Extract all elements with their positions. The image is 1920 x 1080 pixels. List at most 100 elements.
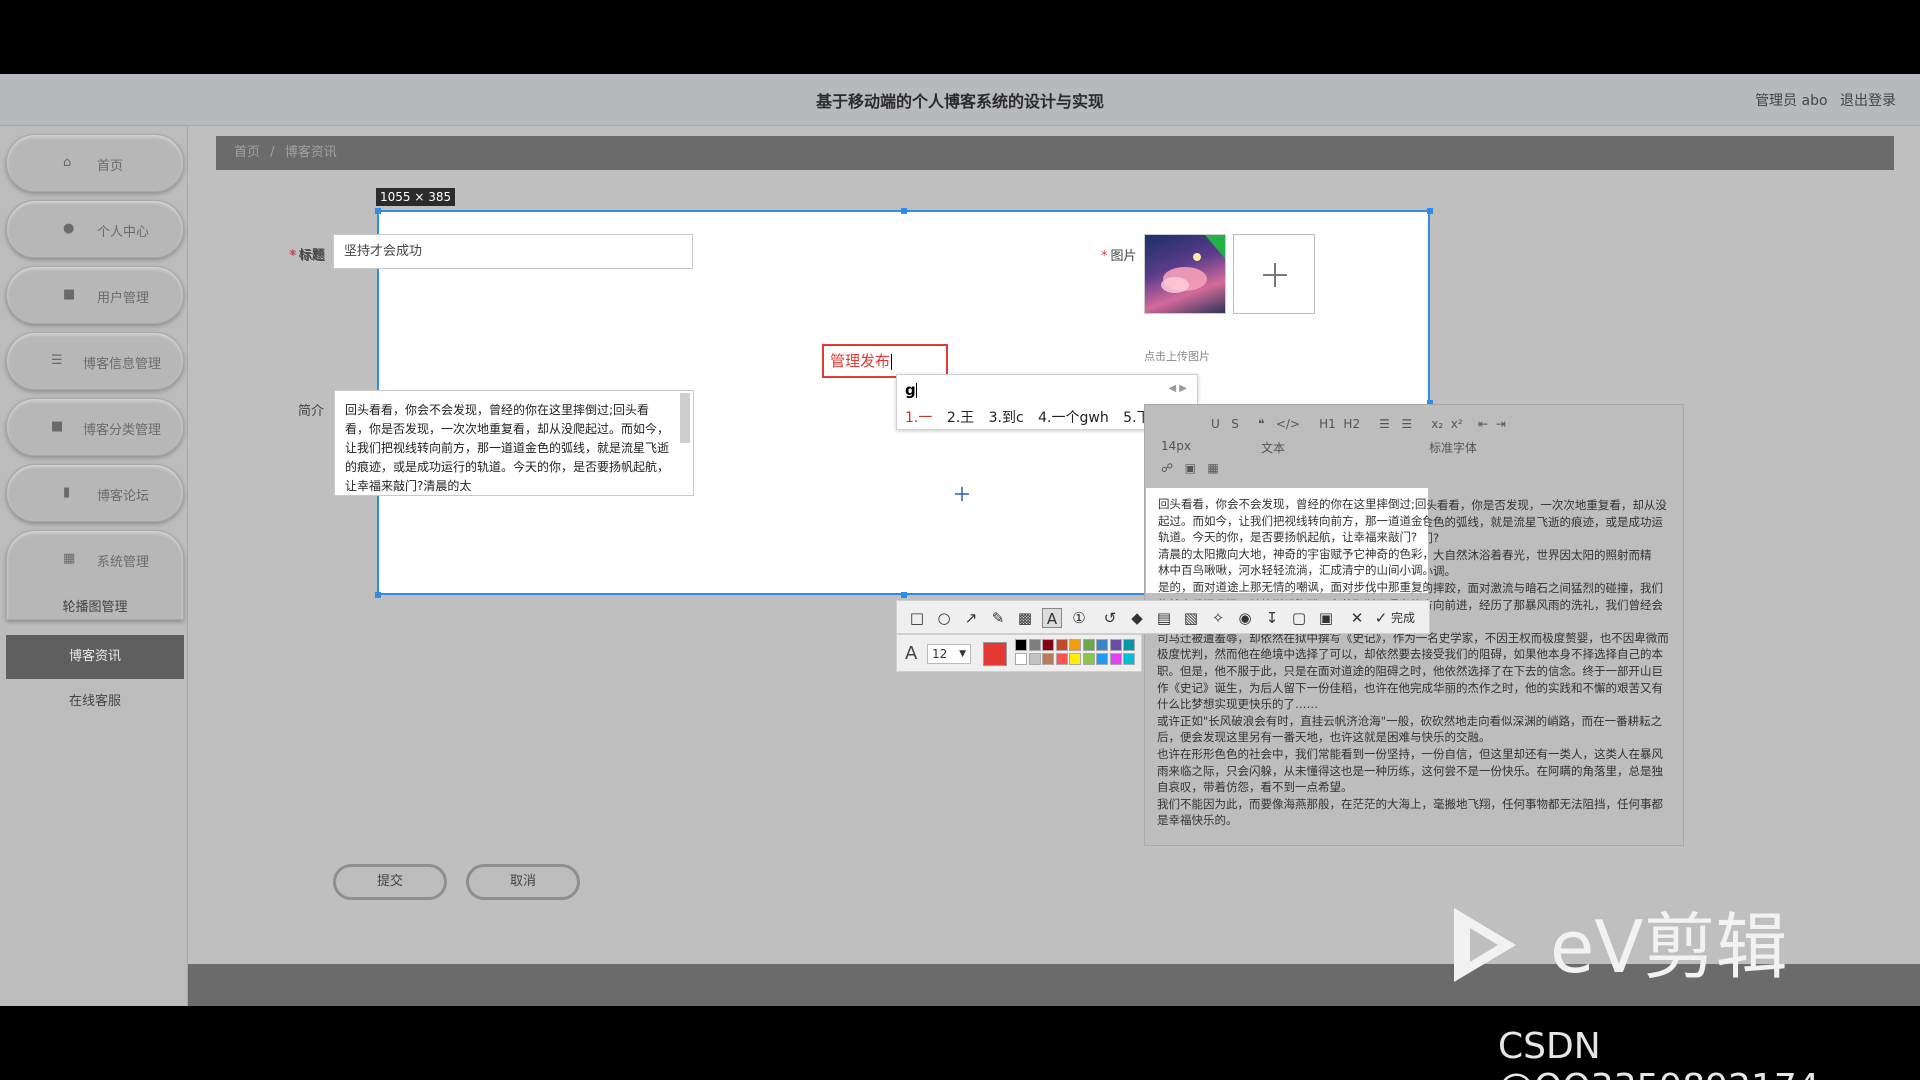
text-annotation-input[interactable]: 管理发布 (822, 344, 948, 378)
sidebar-item-blog-category[interactable]: ■ 博客分类管理 (6, 398, 184, 456)
resize-handle[interactable] (901, 592, 907, 598)
underline-icon[interactable]: U (1211, 417, 1220, 431)
user-area: 管理员 abo 退出登录 (1747, 90, 1896, 110)
font-size-picker[interactable]: 12 ▼ (927, 644, 971, 664)
rectangle-tool-button[interactable]: □ (907, 608, 927, 628)
subscript-icon[interactable]: x₂ (1431, 417, 1443, 431)
sidebar-subitem-blog-news[interactable]: 博客资讯 (6, 635, 184, 679)
color-swatch[interactable] (1082, 639, 1095, 651)
code-icon[interactable]: </> (1276, 417, 1300, 431)
color-swatch[interactable] (1109, 639, 1122, 651)
color-swatch[interactable] (1055, 653, 1068, 665)
heading1-icon[interactable]: H1 (1319, 417, 1336, 431)
arrow-tool-button[interactable]: ↗ (961, 608, 981, 628)
image-icon[interactable]: ▣ (1185, 461, 1196, 475)
bullet-list-icon[interactable]: ☰ (1401, 417, 1412, 431)
uploaded-image-thumbnail[interactable] (1144, 234, 1226, 314)
download-tool-button[interactable]: ↧ (1262, 608, 1282, 628)
color-swatch[interactable] (1055, 639, 1068, 651)
color-swatch[interactable] (1028, 653, 1041, 665)
translate-tool-button[interactable]: ▧ (1181, 608, 1201, 628)
editor-paragraph: 回头看看，你会不会发现，曾经的你在这里摔倒过;回头看看，你是否发现，一次次地重复… (1158, 497, 1428, 545)
save-icon: ▢ (1291, 609, 1307, 627)
quote-icon[interactable]: ❝ (1258, 417, 1264, 431)
resize-handle[interactable] (375, 208, 381, 214)
color-swatch[interactable] (1109, 653, 1122, 665)
plus-icon (1263, 263, 1287, 287)
logout-link[interactable]: 退出登录 (1840, 93, 1896, 109)
strikethrough-icon[interactable]: S (1231, 417, 1239, 431)
heading2-icon[interactable]: H2 (1343, 417, 1360, 431)
sidebar-subitem-online-service[interactable]: 在线客服 (6, 680, 184, 724)
scroll-shot-tool-button[interactable]: ✧ (1208, 608, 1228, 628)
superscript-icon[interactable]: x² (1451, 417, 1463, 431)
breadcrumb-home[interactable]: 首页 (234, 145, 260, 160)
textarea-scrollbar[interactable] (680, 393, 690, 443)
link-icon[interactable]: ☍ (1161, 461, 1173, 475)
undo-tool-button[interactable]: ↺ (1100, 608, 1120, 628)
color-swatch[interactable] (1042, 639, 1054, 651)
resize-handle[interactable] (1427, 208, 1433, 214)
record-tool-button[interactable]: ◉ (1235, 608, 1255, 628)
svg-text:eV剪辑: eV剪辑 (1550, 905, 1788, 989)
pen-icon: ✎ (991, 609, 1005, 627)
sidebar-item-profile[interactable]: ● 个人中心 (6, 200, 184, 258)
annotation-text: 管理发布 (830, 352, 891, 370)
active-color-swatch[interactable] (983, 642, 1007, 666)
color-swatch[interactable] (1123, 653, 1135, 665)
done-button[interactable]: 完成 (1391, 608, 1425, 628)
ocr-tool-button[interactable]: ▤ (1154, 608, 1174, 628)
ime-candidate[interactable]: 3.到c (989, 410, 1024, 426)
ime-candidate[interactable]: 1.一 (905, 410, 932, 426)
color-swatch[interactable] (1082, 653, 1095, 665)
upload-image-button[interactable] (1233, 234, 1315, 314)
check-tool-button[interactable]: ✓ (1371, 608, 1391, 628)
sidebar-item-home[interactable]: ⌂ 首页 (6, 134, 184, 192)
ime-page-arrows[interactable]: ◀ ▶ (1168, 383, 1187, 394)
color-swatch[interactable] (1015, 653, 1027, 665)
ordered-list-icon[interactable]: ☰ (1379, 417, 1390, 431)
editor-paragraph: 清晨的太阳撒向大地，神奇的宇宙赋予它神奇的色彩，大自然沐浴着春光，世界因太阳的照… (1158, 546, 1428, 578)
sidebar-subitem-carousel[interactable]: 轮播图管理 (6, 586, 184, 630)
ellipse-tool-button[interactable]: ○ (934, 608, 954, 628)
pen-tool-button[interactable]: ✎ (988, 608, 1008, 628)
block-format-select[interactable]: 文本 (1261, 439, 1285, 456)
color-swatch[interactable] (1096, 653, 1108, 665)
save-tool-button[interactable]: ▢ (1289, 608, 1309, 628)
text-tool-button[interactable]: A (1042, 608, 1062, 628)
color-swatch[interactable] (1069, 653, 1081, 665)
color-swatch[interactable] (1123, 639, 1135, 651)
sidebar-item-blog-info[interactable]: ☰ 博客信息管理 (6, 332, 184, 390)
indent-icon[interactable]: ⇥ (1496, 417, 1506, 431)
resize-handle[interactable] (901, 208, 907, 214)
font-family-select[interactable]: 标准字体 (1429, 439, 1477, 456)
video-icon[interactable]: ▦ (1207, 461, 1218, 475)
title-field-label: * 标题 (290, 249, 326, 264)
ime-candidate[interactable]: 2.王 (947, 410, 974, 426)
font-size-select[interactable]: 14px (1161, 439, 1191, 453)
number-tool-button[interactable]: ① (1069, 608, 1089, 628)
outdent-icon[interactable]: ⇤ (1478, 417, 1488, 431)
pin-tool-button[interactable]: ◆ (1127, 608, 1147, 628)
submit-button[interactable]: 提交 (333, 864, 447, 900)
annotation-style-bar: A 12 ▼ (896, 634, 1142, 672)
color-swatch[interactable] (1096, 639, 1108, 651)
users-icon: ■ (63, 287, 76, 302)
color-swatch[interactable] (1069, 639, 1081, 651)
sidebar-item-forum[interactable]: ▮ 博客论坛 (6, 464, 184, 522)
title-input[interactable]: 坚持才会成功 (333, 234, 693, 269)
resize-handle[interactable] (375, 592, 381, 598)
editor-paragraph: 是的，面对道途上那无情的嘲讽，面对步伐中那重复的摔跤，面对激流与暗石之间猛烈的碰… (1158, 579, 1428, 593)
close-tool-button[interactable]: ✕ (1347, 608, 1367, 628)
color-swatch[interactable] (1042, 653, 1054, 665)
cancel-button[interactable]: 取消 (466, 864, 580, 900)
bookmark-tool-button[interactable]: ▣ (1316, 608, 1336, 628)
editor-paragraph: 我们不能因为此，而要像海燕那般，在茫茫的大海上，毫搬地飞翔，任何事物都无法阻挡，… (1157, 796, 1663, 828)
color-swatch[interactable] (1015, 639, 1027, 651)
mosaic-tool-button[interactable]: ▩ (1015, 608, 1035, 628)
intro-textarea[interactable]: 回头看看，你会不会发现，曾经的你在这里摔倒过;回头看看，你是否发现，一次次地重复… (334, 390, 694, 496)
ime-candidate[interactable]: 4.一个gwh (1038, 410, 1109, 426)
breadcrumb: 首页 / 博客资讯 (216, 136, 1894, 170)
sidebar-item-users[interactable]: ■ 用户管理 (6, 266, 184, 324)
color-swatch[interactable] (1028, 639, 1041, 651)
